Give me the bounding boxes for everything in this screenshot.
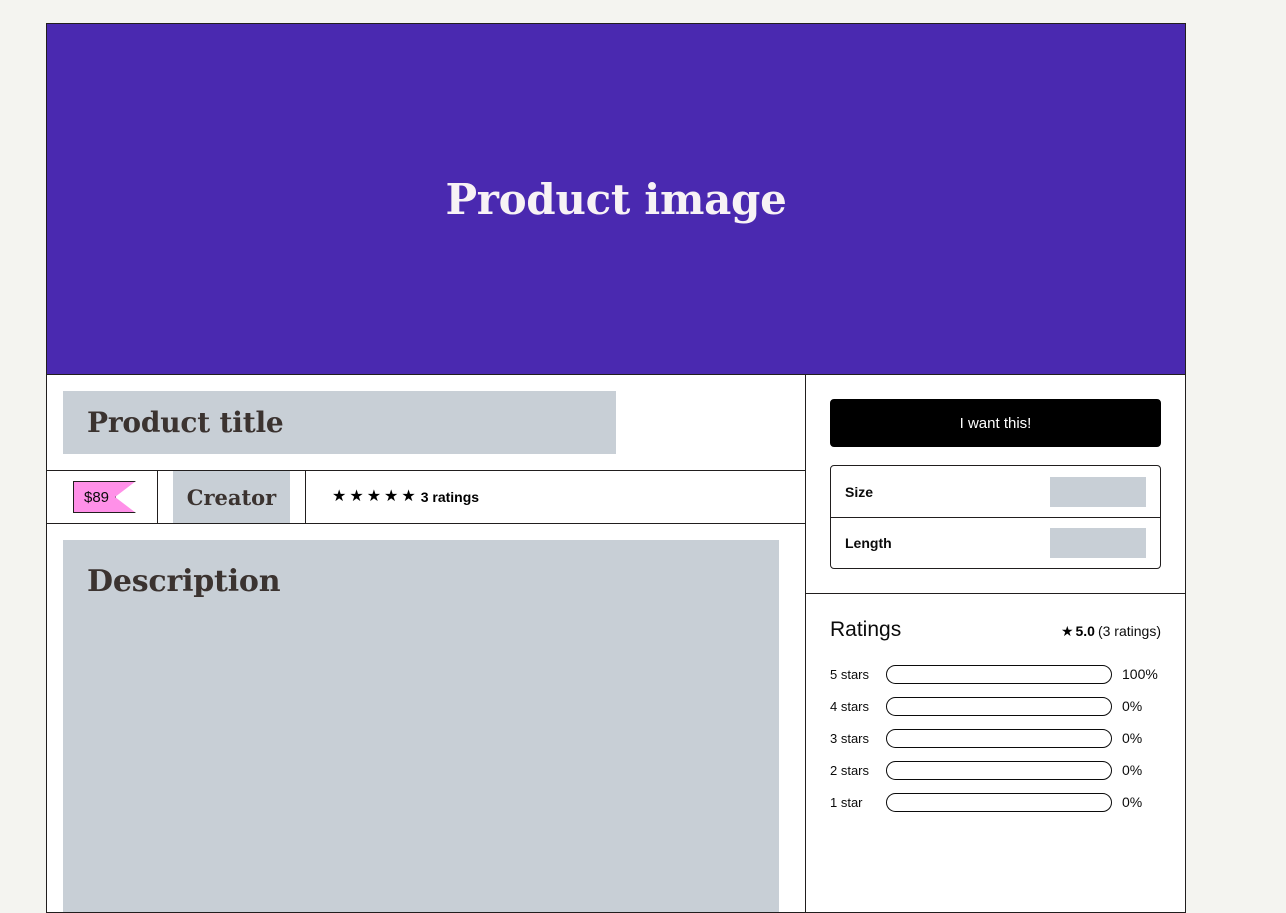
star-icon: ★ bbox=[384, 488, 399, 505]
price-amount: $89 bbox=[84, 488, 110, 506]
product-creator-cell[interactable]: Creator bbox=[158, 471, 306, 523]
histogram-label: 1 star bbox=[830, 794, 863, 810]
histogram-track bbox=[886, 664, 1112, 684]
attribute-label: Length bbox=[845, 535, 892, 551]
product-main-column: Product title $89 Creator ★ ★ ★ ★ ★ 3 ra… bbox=[47, 375, 806, 912]
product-card: Product image Product title $89 Creator bbox=[46, 23, 1186, 913]
ratings-histogram: 5 stars 100% 4 stars 0% 3 stars 0% 2 sta… bbox=[830, 658, 1161, 818]
histogram-label: 3 stars bbox=[830, 730, 870, 746]
product-title-placeholder: Product title bbox=[63, 391, 616, 454]
ratings-average: 5.0 bbox=[1075, 623, 1095, 639]
histogram-row: 1 star 0% bbox=[830, 786, 1161, 818]
histogram-label: 2 stars bbox=[830, 762, 870, 778]
product-cover-placeholder-text: Product image bbox=[445, 174, 787, 224]
histogram-label: 5 stars bbox=[830, 666, 870, 682]
ratings-section: Ratings ★ 5.0 (3 ratings) 5 stars 100% 4… bbox=[806, 594, 1185, 912]
histogram-row: 3 stars 0% bbox=[830, 722, 1161, 754]
price-tag: $89 bbox=[73, 481, 137, 513]
histogram-percent: 0% bbox=[1122, 762, 1143, 778]
attribute-label: Size bbox=[845, 483, 874, 500]
histogram-percent: 100% bbox=[1122, 666, 1158, 682]
description-heading: Description bbox=[87, 564, 281, 599]
star-icon: ★ bbox=[366, 488, 382, 505]
histogram-track bbox=[886, 728, 1112, 748]
ratings-count: (3 ratings) bbox=[1097, 623, 1161, 639]
attribute-value-placeholder bbox=[1050, 528, 1146, 558]
star-icon: ★ bbox=[1060, 623, 1074, 639]
histogram-percent: 0% bbox=[1122, 698, 1143, 714]
histogram-row: 2 stars 0% bbox=[830, 754, 1161, 786]
product-description-section: Description bbox=[47, 524, 805, 912]
histogram-row: 4 stars 0% bbox=[830, 690, 1161, 722]
histogram-percent: 0% bbox=[1122, 730, 1143, 746]
star-icon: ★ bbox=[332, 488, 347, 505]
product-meta-row: $89 Creator ★ ★ ★ ★ ★ 3 ratings bbox=[47, 471, 805, 524]
creator-placeholder: Creator bbox=[173, 471, 290, 523]
ratings-title: Ratings bbox=[830, 618, 902, 641]
histogram-row: 5 stars 100% bbox=[830, 658, 1161, 690]
product-sidebar: I want this! Size Length Ratings ★ 5.0 (… bbox=[806, 375, 1185, 912]
product-title: Product title bbox=[87, 406, 284, 439]
histogram-percent: 0% bbox=[1122, 794, 1143, 810]
purchase-section: I want this! Size Length bbox=[806, 375, 1185, 594]
inline-star-rating: ★ ★ ★ ★ ★ 3 ratings bbox=[332, 488, 480, 506]
creator-name: Creator bbox=[186, 484, 277, 510]
star-icon: ★ bbox=[349, 488, 364, 505]
ratings-summary: ★ 5.0 (3 ratings) bbox=[1061, 623, 1161, 640]
attribute-row-length: Length bbox=[831, 517, 1160, 568]
attribute-row-size: Size bbox=[831, 466, 1160, 517]
ratings-header: Ratings ★ 5.0 (3 ratings) bbox=[830, 618, 1161, 642]
histogram-track bbox=[886, 760, 1112, 780]
product-title-section: Product title bbox=[47, 375, 805, 471]
product-body: Product title $89 Creator ★ ★ ★ ★ ★ 3 ra… bbox=[47, 375, 1185, 912]
histogram-track bbox=[886, 792, 1112, 812]
product-cover-image[interactable]: Product image bbox=[47, 24, 1185, 375]
star-icon: ★ bbox=[401, 488, 416, 505]
histogram-label: 4 stars bbox=[830, 698, 870, 714]
product-price-cell: $89 bbox=[47, 471, 158, 523]
histogram-track bbox=[886, 696, 1112, 716]
inline-ratings-count: 3 ratings bbox=[420, 489, 480, 505]
product-attributes-table: Size Length bbox=[830, 465, 1161, 569]
attribute-value-placeholder bbox=[1050, 476, 1146, 507]
product-rating-cell[interactable]: ★ ★ ★ ★ ★ 3 ratings bbox=[306, 471, 805, 523]
description-placeholder: Description bbox=[63, 540, 779, 912]
i-want-this-button[interactable]: I want this! bbox=[830, 399, 1161, 447]
